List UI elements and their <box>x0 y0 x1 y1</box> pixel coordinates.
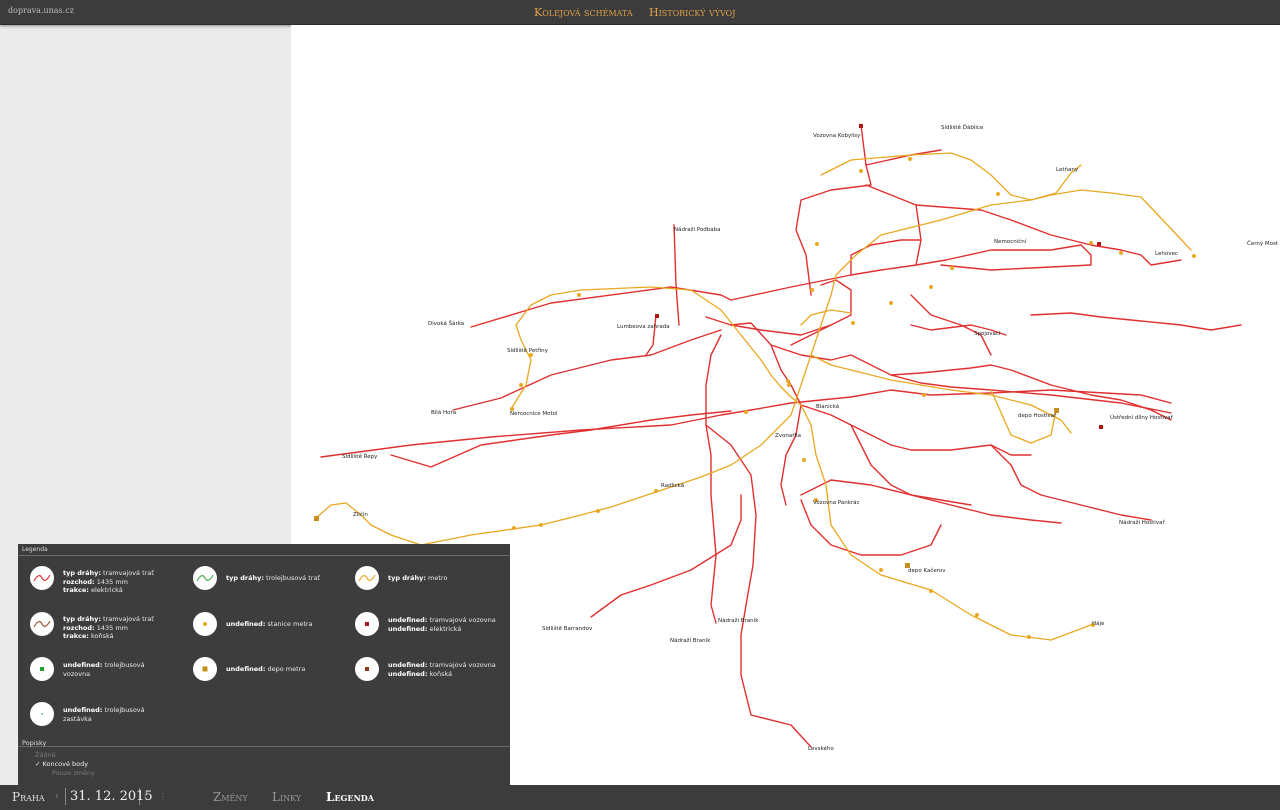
label-lehovec: Lehovec <box>1155 251 1178 257</box>
label-haje: Háje <box>1092 620 1105 627</box>
label-cerny-most: Černý Most <box>1247 240 1279 247</box>
label-letnany: Letňany <box>1056 166 1079 173</box>
label-vozovna-kobylisy: Vozovna Kobylisy <box>813 133 861 139</box>
label-bila-hora: Bílá Hora <box>431 409 456 416</box>
labels-option-none[interactable]: Žádné <box>35 751 56 759</box>
tab-linky[interactable]: Linky <box>272 790 301 804</box>
legend-item-metro: typ dráhy: metro <box>343 562 503 596</box>
label-zlicin: Zličín <box>353 511 368 518</box>
label-sidliste-dablice: Sídliště Ďáblice <box>941 123 984 131</box>
label-divoka-sarka: Divoká Šárka <box>428 320 464 327</box>
bottom-bar: Praha ‹ 31. 12. 2015 › ⋮ Změny Linky Leg… <box>0 785 1280 810</box>
label-nadrazi-hostivar: Nádraží Hostivař <box>1119 519 1165 526</box>
label-sidliste-repy: Sídliště Řepy <box>342 452 378 460</box>
label-ustredni-dilny: Ústřední dílny Hostivař <box>1110 414 1174 421</box>
label-sidliste-petriny: Sídliště Petřiny <box>507 347 549 354</box>
date-display[interactable]: 31. 12. 2015 <box>70 789 153 804</box>
metro-depot-symbol-icon <box>193 657 217 681</box>
top-bar: doprava.unas.cz Kolejová schémata Histor… <box>0 0 1280 25</box>
legend-item-tram-depot-horse: undefined: tramvajová vozovna undefined: … <box>343 653 503 687</box>
labels-option-changes-only[interactable]: Pouze změny <box>52 769 95 777</box>
label-sidliste-barrandov: Sídliště Barrandov <box>542 625 593 632</box>
legend-panel: Legenda typ dráhy: tramvajová trať rozcho… <box>18 544 510 785</box>
tram-depots <box>655 124 1103 429</box>
legend-item-tram-electric: typ dráhy: tramvajová trať rozchod: 1435 … <box>18 562 178 596</box>
legend-item-trolleybus-track: typ dráhy: trolejbusová trať <box>181 562 341 596</box>
legend-title: Legenda <box>22 546 48 553</box>
metro-station-symbol-icon <box>193 612 217 636</box>
legend-divider <box>18 555 510 556</box>
label-nemocnicni: Nemocniční <box>994 238 1027 245</box>
metro-stations <box>510 157 1196 639</box>
legend-item-tram-horse: typ dráhy: tramvajová trať rozchod: 1435 … <box>18 608 178 642</box>
tab-legenda[interactable]: Legenda <box>326 790 374 804</box>
label-nadrazi-branik-1: Nádraží Braník <box>718 617 759 624</box>
horse-tram-depot-symbol-icon <box>355 657 379 681</box>
label-vozovna-pankrac: Vozovna Pankrác <box>813 499 860 506</box>
label-radlicka: Radlická <box>661 482 684 489</box>
label-blanicka: Blanická <box>816 403 839 410</box>
label-spojovaci: Spojovací <box>974 330 1001 337</box>
label-depo-hostivar: depo Hostivař <box>1018 412 1057 419</box>
legend-item-metro-station: undefined: stanice metra <box>181 608 341 642</box>
next-date-button[interactable]: › <box>143 791 147 802</box>
legend-item-trolleybus-depot: undefined: trolejbusová vozovna <box>18 653 178 687</box>
more-options-icon[interactable]: ⋮ <box>159 792 167 801</box>
label-depo-kacerov: depo Kačerov <box>908 567 946 574</box>
label-levskeho: Levského <box>808 745 834 752</box>
labels-section-title: Popisky <box>22 739 47 747</box>
check-icon: ✓ <box>35 760 41 768</box>
legend-item-trolleybus-stop: undefined: trolejbusová zastávka <box>18 698 178 732</box>
legend-item-metro-depot: undefined: depo metra <box>181 653 341 687</box>
city-selector[interactable]: Praha <box>12 790 45 804</box>
label-lumbeova: Lumbeova zahrada <box>617 324 670 330</box>
trolleybus-track-symbol-icon <box>193 566 217 590</box>
label-nemocnice-motol: Nemocnice Motol <box>510 411 558 417</box>
tram-depot-symbol-icon <box>355 612 379 636</box>
label-nadrazi-branik-2: Nádraží Braník <box>670 637 711 644</box>
legend-divider-2 <box>18 746 510 747</box>
tram-track-symbol-icon <box>30 566 54 590</box>
trolleybus-depot-symbol-icon <box>30 657 54 681</box>
tab-zmeny[interactable]: Změny <box>213 790 248 804</box>
trolleybus-stop-symbol-icon <box>30 702 54 726</box>
nav-historicky-vyvoj[interactable]: Historický vývoj <box>649 6 735 19</box>
label-zvonarka: Zvonařka <box>775 432 801 439</box>
metro-track-symbol-icon <box>355 566 379 590</box>
labels-option-endpoints[interactable]: ✓ Koncové body <box>35 760 88 768</box>
horse-tram-track-symbol-icon <box>30 612 54 636</box>
legend-item-tram-depot-electric: undefined: tramvajová vozovna undefined: … <box>343 608 503 642</box>
nav-kolejova-schemata[interactable]: Kolejová schémata <box>534 6 633 19</box>
prev-date-button[interactable]: ‹ <box>55 791 59 802</box>
label-nadrazi-podbaba: Nádraží Podbaba <box>674 226 720 233</box>
site-name[interactable]: doprava.unas.cz <box>8 6 74 15</box>
